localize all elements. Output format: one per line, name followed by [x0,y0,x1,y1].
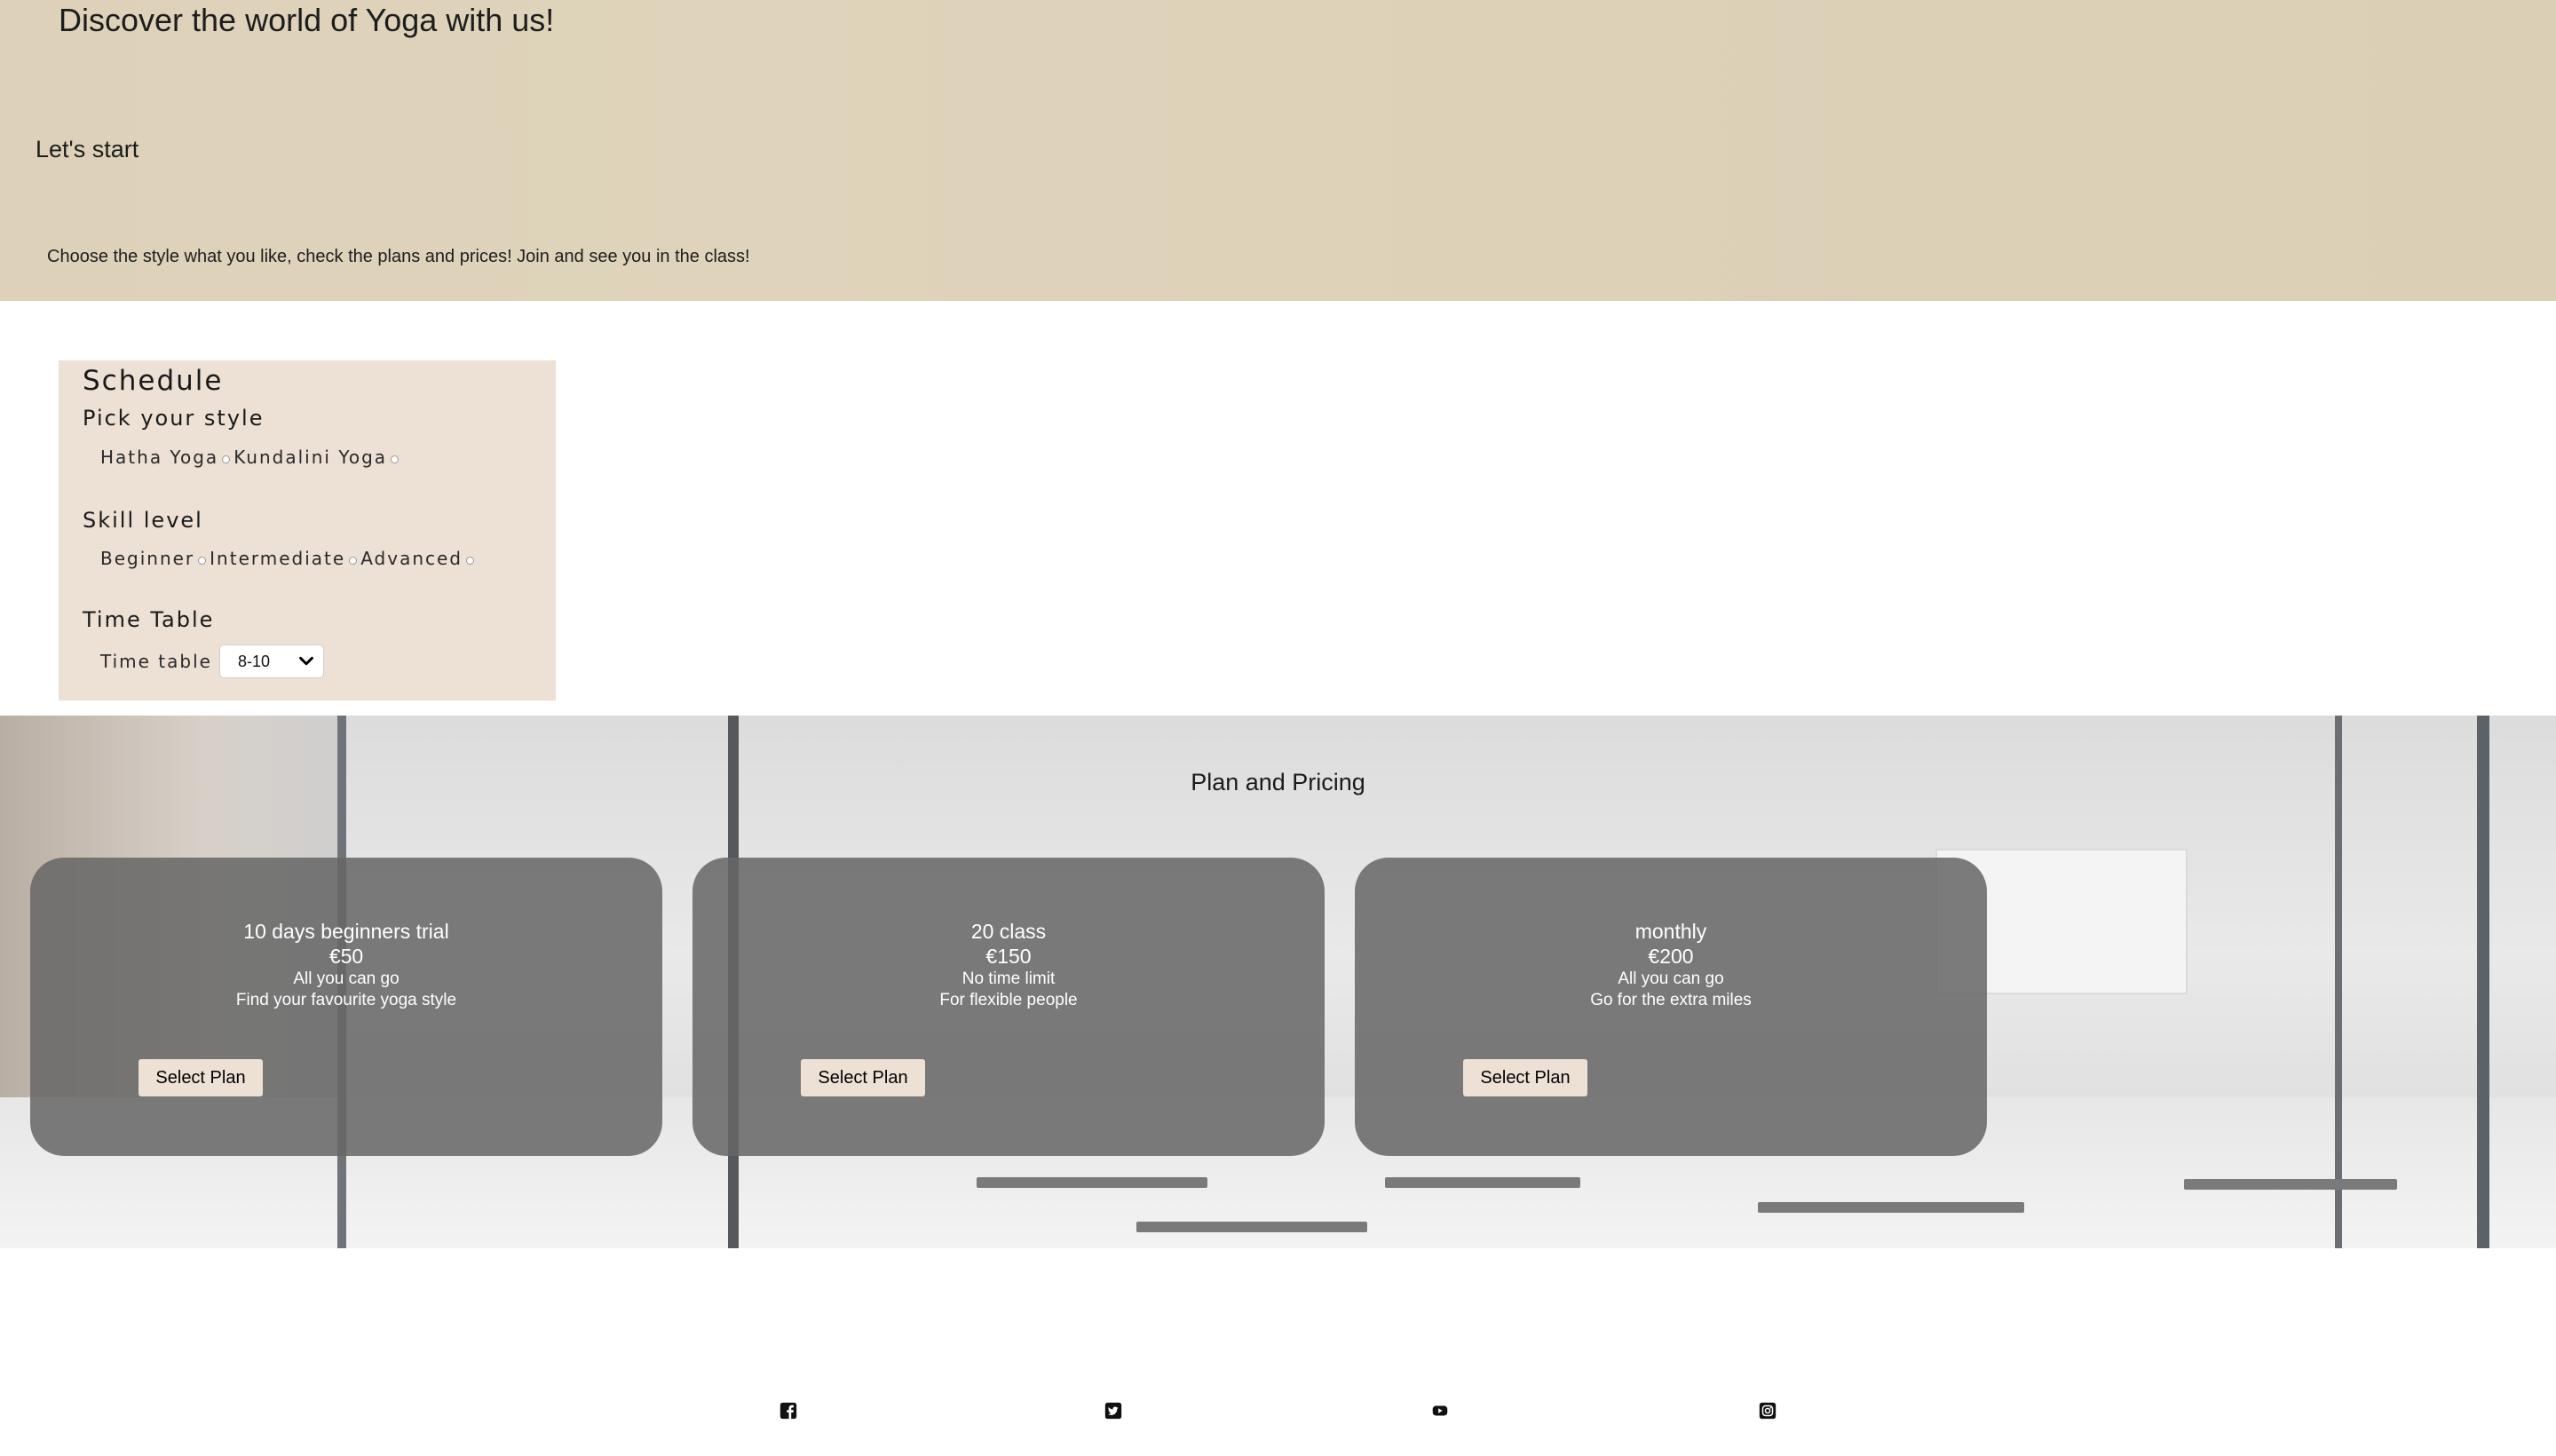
radio-hatha[interactable] [222,455,231,463]
plan-price: €150 [985,945,1032,968]
plan-feature: Find your favourite yoga style [235,991,457,1009]
skill-option-intermediate[interactable]: Intermediate [210,548,360,569]
skill-option-beginner[interactable]: Beginner [100,548,210,569]
radio-advanced[interactable] [466,556,474,565]
style-options: Hatha Yoga Kundalini Yoga [100,447,402,468]
plan-name: 10 days beginners trial [243,920,449,943]
skill-option-advanced[interactable]: Advanced [360,548,478,569]
timetable-select[interactable]: 8-10 [218,645,324,678]
plan-card: monthly €200 All you can go Go for the e… [1355,858,1987,1156]
select-plan-button[interactable]: Select Plan [138,1059,263,1096]
radio-intermediate[interactable] [349,556,358,565]
pricing-section: Plan and Pricing 10 days beginners trial… [0,716,2556,1248]
timetable-row: Time table 8-10 [100,645,324,678]
style-option-kundalini[interactable]: Kundalini Yoga [233,447,402,468]
skill-option-label: Beginner [100,548,195,569]
select-plan-button[interactable]: Select Plan [801,1059,925,1096]
style-option-hatha[interactable]: Hatha Yoga [100,447,233,468]
skill-heading: Skill level [83,508,203,533]
style-option-label: Hatha Yoga [100,447,219,468]
timetable-selected-value: 8-10 [237,652,270,670]
plan-feature: For flexible people [939,991,1078,1009]
plan-feature: Go for the extra miles [1590,991,1752,1009]
timetable-heading: Time Table [83,607,215,632]
hero-description: Choose the style what you like, check th… [47,247,750,266]
youtube-icon[interactable] [1430,1401,1450,1420]
style-heading: Pick your style [83,406,265,431]
plan-card: 10 days beginners trial €50 All you can … [30,858,662,1156]
schedule-title: Schedule [83,365,224,397]
background-yoga-mat [1385,1177,1580,1188]
timetable-label: Time table [100,651,212,672]
hero-title: Discover the world of Yoga with us! [59,2,555,38]
skill-options: Beginner Intermediate Advanced [100,548,478,569]
hero-subtitle: Let's start [36,136,139,162]
skill-option-label: Advanced [360,548,463,569]
footer-social-links [0,1401,2556,1422]
plan-feature: No time limit [961,969,1056,988]
background-yoga-mat [2184,1179,2397,1190]
background-yoga-mat [977,1177,1207,1188]
hero-banner: Discover the world of Yoga with us! Let'… [0,0,2556,301]
pricing-title: Plan and Pricing [1191,769,1365,795]
skill-option-label: Intermediate [210,548,346,569]
plan-card: 20 class €150 No time limit For flexible… [692,858,1325,1156]
instagram-icon[interactable] [1758,1401,1777,1420]
plan-name: 20 class [970,920,1047,943]
twitter-icon[interactable] [1104,1401,1123,1420]
plan-name: monthly [1634,920,1707,943]
plan-feature: All you can go [293,969,400,988]
radio-beginner[interactable] [198,556,207,565]
schedule-panel: Schedule Pick your style Hatha Yoga Kund… [59,360,556,700]
chevron-down-icon [299,656,313,666]
background-yoga-mat [1758,1202,2024,1213]
background-yoga-mat [1136,1222,1367,1232]
select-plan-button[interactable]: Select Plan [1463,1059,1587,1096]
facebook-icon[interactable] [779,1401,798,1420]
radio-kundalini[interactable] [391,455,400,463]
style-option-label: Kundalini Yoga [233,447,388,468]
plan-price: €50 [328,945,364,968]
plan-feature: All you can go [1618,969,1724,988]
plan-price: €200 [1648,945,1694,968]
